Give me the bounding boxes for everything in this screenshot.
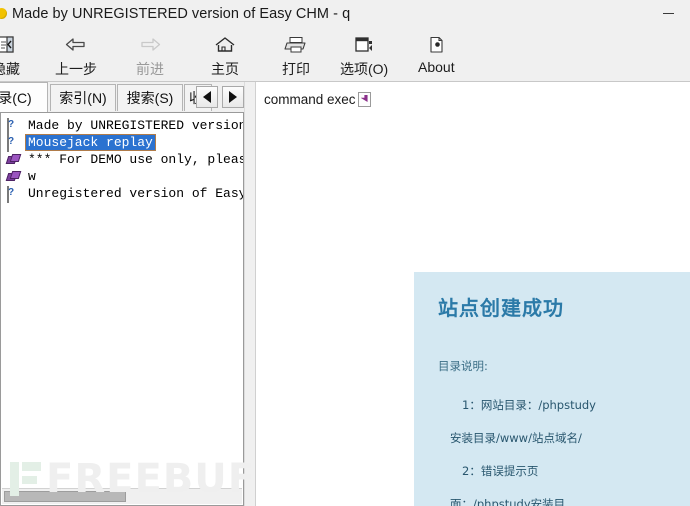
toolbar-button-print[interactable]: 打印	[282, 30, 310, 80]
tree-horizontal-scrollbar[interactable]	[2, 488, 242, 504]
tree-item-label: Mousejack replay	[25, 134, 156, 151]
broken-image-icon	[357, 92, 371, 107]
help-page-icon	[7, 134, 23, 152]
tree-scrollbar-thumb[interactable]	[4, 491, 126, 502]
navigation-tabstrip: 录(C) 索引(N) 搜索(S) 收	[0, 82, 244, 112]
help-page-icon	[7, 117, 23, 135]
toolbar-label-print: 打印	[282, 61, 310, 77]
chevron-right-icon	[229, 91, 237, 103]
tree-item-label: Made by UNREGISTERED version	[28, 118, 243, 133]
toolbar-button-about[interactable]: About	[418, 30, 455, 80]
printer-icon	[283, 33, 309, 57]
hide-panel-icon	[0, 33, 19, 57]
minimize-button[interactable]	[646, 1, 690, 27]
directory-line: 1：网站目录：/phpstudy	[462, 398, 596, 412]
tree-item[interactable]: Unregistered version of Easy	[1, 185, 243, 203]
tree-item[interactable]: Mousejack replay	[1, 134, 243, 152]
site-created-title: 站点创建成功	[438, 296, 564, 320]
toolbar-button-home[interactable]: 主页	[211, 30, 239, 80]
tab-contents[interactable]: 录(C)	[0, 82, 48, 112]
directory-line: 2：错误提示页	[462, 464, 539, 478]
app-icon	[0, 6, 7, 22]
contents-tree[interactable]: Made by UNREGISTERED version Mousejack r…	[0, 112, 244, 506]
book-icon	[5, 170, 23, 184]
toolbar-label-back: 上一步	[55, 61, 97, 77]
window-title: Made by UNREGISTERED version of Easy CHM…	[12, 5, 351, 22]
tabstrip-scroll-left-button[interactable]	[196, 86, 218, 108]
toolbar-label-about: About	[418, 59, 455, 75]
tab-contents-label: 录(C)	[0, 89, 32, 106]
toolbar: 隐藏 上一步 前进	[0, 27, 690, 82]
tab-search[interactable]: 搜索(S)	[117, 84, 183, 111]
home-icon	[212, 33, 238, 57]
directory-description-label: 目录说明:	[438, 359, 488, 373]
toolbar-label-forward: 前进	[136, 61, 164, 77]
help-page-icon	[7, 185, 23, 203]
tree-item-label: Unregistered version of Easy	[28, 186, 243, 201]
tree-item-label: w	[28, 169, 36, 184]
options-icon	[351, 33, 377, 57]
chevron-left-icon	[203, 91, 211, 103]
tree-item[interactable]: w	[1, 168, 243, 185]
tab-search-label: 搜索(S)	[126, 90, 174, 106]
directory-line: 安装目录/www/站点域名/	[450, 431, 582, 445]
back-arrow-icon	[63, 33, 89, 57]
directory-line: 面：/phpstudy安装目	[450, 497, 566, 506]
title-bar: Made by UNREGISTERED version of Easy CHM…	[0, 0, 690, 28]
easy-chm-window: Made by UNREGISTERED version of Easy CHM…	[0, 0, 690, 506]
tree-item[interactable]: *** For DEMO use only, pleas	[1, 151, 243, 168]
toolbar-label-home: 主页	[211, 61, 239, 77]
tree-item-label: *** For DEMO use only, pleas	[28, 152, 243, 167]
toolbar-button-hide[interactable]: 隐藏	[0, 30, 20, 80]
toolbar-label-options: 选项(O)	[340, 61, 389, 77]
toolbar-label-hide: 隐藏	[0, 61, 20, 77]
forward-arrow-icon	[137, 33, 163, 57]
tab-index-label: 索引(N)	[59, 90, 107, 106]
contents-tree-rows: Made by UNREGISTERED version Mousejack r…	[1, 117, 243, 489]
toolbar-button-back[interactable]: 上一步	[55, 30, 97, 80]
book-icon	[5, 153, 23, 167]
content-heading-text: command exec	[264, 92, 356, 107]
about-page-icon	[423, 33, 449, 57]
tabstrip-scroll-right-button[interactable]	[222, 86, 244, 108]
pane-splitter[interactable]	[244, 82, 256, 506]
content-pane: command exec 站点创建成功 目录说明: 1：网站目录：/phpstu…	[256, 82, 690, 506]
tree-item[interactable]: Made by UNREGISTERED version	[1, 117, 243, 135]
toolbar-button-options[interactable]: 选项(O)	[340, 30, 388, 80]
content-heading: command exec	[264, 92, 371, 107]
site-created-panel: 站点创建成功 目录说明: 1：网站目录：/phpstudy 安装目录/www/站…	[414, 272, 690, 506]
tab-index[interactable]: 索引(N)	[50, 84, 116, 111]
navigation-pane: 录(C) 索引(N) 搜索(S) 收 Made by UNREG	[0, 82, 244, 506]
minimize-icon	[662, 12, 674, 15]
toolbar-button-forward[interactable]: 前进	[136, 30, 164, 80]
